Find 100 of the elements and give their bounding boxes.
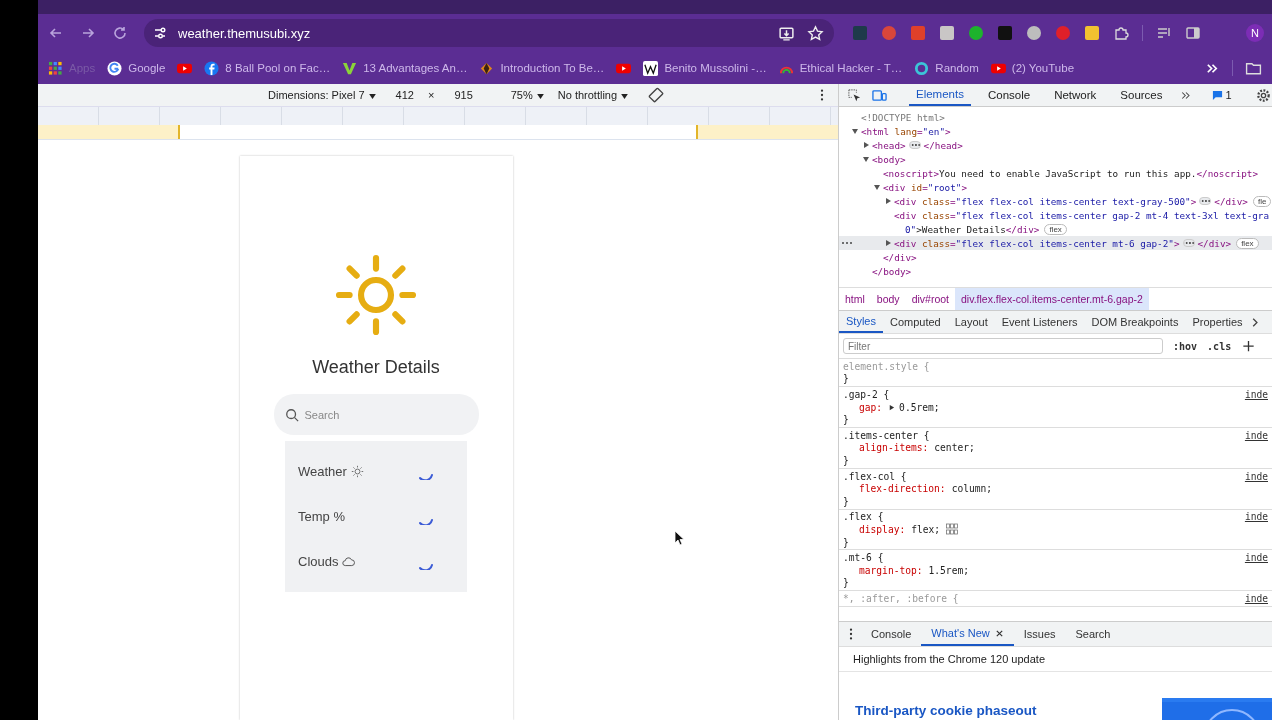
styles-tab[interactable]: DOM Breakpoints [1084,311,1186,333]
drawer-tab[interactable]: Issues [1013,622,1066,646]
source-link[interactable]: inde [1244,592,1268,604]
bookmark-link[interactable]: Ethical Hacker - T… [799,62,903,74]
rotate-icon[interactable] [648,87,665,103]
site-settings-icon[interactable] [152,25,168,41]
close-icon[interactable] [994,628,1004,638]
css-value[interactable]: 0.5rem; [899,401,940,413]
extension-icon[interactable] [939,25,955,41]
drawer-tab[interactable]: What's New [921,622,1014,646]
css-property[interactable]: display: [859,523,906,535]
cls-toggle[interactable]: .cls [1207,340,1232,352]
extension-icon[interactable] [968,25,984,41]
search-field[interactable]: Search [273,394,479,435]
device-toggle-icon[interactable] [872,87,887,103]
source-link[interactable]: inde [1244,511,1268,523]
inspect-icon[interactable] [847,87,862,103]
bookmark-link[interactable]: 8 Ball Pool on Fac… [225,62,331,74]
dimensions-dropdown[interactable]: Dimensions: Pixel 7 [268,89,376,101]
code-line[interactable]: <html lang="en"> [861,125,951,137]
width-field[interactable]: 412 [395,89,414,101]
devtools-tab[interactable]: Network [1047,84,1104,106]
more-icon[interactable] [849,627,853,641]
source-link[interactable]: inde [1244,389,1268,400]
breadcrumb[interactable]: body [870,288,906,310]
code-line[interactable]: <body> [872,153,906,165]
css-value[interactable]: center; [934,442,975,454]
code-line[interactable]: <div id="root"> [883,181,967,193]
extension-icon[interactable] [1084,25,1100,41]
filter-field[interactable]: Filter [843,338,1163,354]
code-line[interactable]: <div class="flex flex-col items-center text-gray-500"> [894,195,1197,207]
profile-avatar[interactable]: N [1246,24,1264,42]
styles-tab[interactable]: Event Listeners [994,311,1085,333]
plus-icon[interactable] [1241,338,1257,354]
caret-icon[interactable] [621,93,629,99]
address-bar[interactable]: weather.themusubi.xyz [144,19,834,47]
expand-triangle-icon[interactable] [862,141,870,149]
css-value[interactable]: column; [951,483,993,495]
side-panel-icon[interactable] [1185,25,1201,41]
source-link[interactable]: inde [1244,470,1268,482]
styles-tab[interactable]: Properties [1185,311,1250,333]
ellipsis-chip[interactable] [1199,197,1212,205]
grid-icon[interactable] [946,523,959,536]
code-line[interactable]: <noscript>You need to enable JavaScript to run this app.</noscript> [883,167,1259,179]
styles-tab[interactable]: Styles [839,311,883,333]
hov-toggle[interactable]: :hov [1173,340,1198,352]
drawer-tab[interactable]: Search [1065,622,1121,646]
styles-tab[interactable]: Computed [882,311,948,333]
bookmark-link[interactable]: Random [935,62,979,74]
bookmark-link[interactable]: Google [128,62,166,74]
bookmark-link[interactable]: 13 Advantages An… [363,62,468,74]
code-line[interactable]: <!DOCTYPE html> [861,111,945,123]
more-icon[interactable] [820,88,824,102]
drawer-tab[interactable]: Console [861,622,922,646]
expand-triangle-icon[interactable] [862,155,870,163]
source-link[interactable]: inde [1244,552,1268,564]
install-icon[interactable] [778,24,795,42]
devtools-tab[interactable]: Sources [1113,84,1170,106]
css-value[interactable]: 1.5rem; [928,564,969,576]
flex-badge[interactable]: flex [1236,237,1259,249]
breadcrumb[interactable]: div#root [905,288,955,310]
devtools-tab[interactable]: Elements [909,84,971,106]
favicon-icon[interactable] [643,60,659,76]
favicon-icon[interactable] [204,60,220,76]
caret-icon[interactable] [536,93,544,99]
code-line[interactable]: <div class="flex flex-col items-center gap-2 mt-4 text-3xl text-gra [894,209,1270,221]
css-property[interactable]: flex-direction: [859,483,946,495]
breadcrumb[interactable]: div.flex.flex-col.items-center.mt-6.gap-2 [955,288,1149,310]
issues-counter[interactable]: 1 [1211,89,1232,101]
star-icon[interactable] [807,24,824,42]
grid-icon[interactable] [48,60,63,76]
bookmark-link[interactable]: Benito Mussolini -… [664,62,767,74]
code-line[interactable]: <div class="flex flex-col items-center mt-6 gap-2"> [894,237,1180,249]
devtools-tab[interactable]: Console [980,84,1038,106]
height-field[interactable]: 915 [454,89,473,101]
css-property[interactable]: gap: [859,401,883,413]
expand-triangle-icon[interactable] [851,127,859,135]
reading-list-icon[interactable] [1156,25,1172,41]
breadcrumb[interactable]: html [839,288,871,310]
extension-icon[interactable] [1113,25,1129,41]
zoom-dropdown[interactable]: 75% [510,89,544,101]
expand-triangle-icon[interactable] [884,197,892,205]
ellipsis-chip[interactable] [908,141,921,149]
expand-triangle-icon[interactable] [884,239,892,247]
styles-tab[interactable]: Layout [947,311,995,333]
expand-triangle-icon[interactable] [888,403,896,411]
bookmark-link[interactable]: Introduction To Be… [500,62,605,74]
css-property[interactable]: margin-top: [859,564,923,576]
ellipsis-chip[interactable] [1182,239,1195,247]
expand-triangle-icon[interactable] [873,183,881,191]
flex-badge[interactable]: flex [1044,223,1067,235]
code-line[interactable]: <head> [872,139,906,151]
css-property[interactable]: align-items: [859,442,929,454]
article-link[interactable]: Third-party cookie phaseout [855,703,1037,720]
reload-icon[interactable] [112,25,128,41]
favicon-icon[interactable] [107,60,123,76]
caret-icon[interactable] [368,93,376,99]
source-link[interactable]: inde [1244,429,1268,441]
throttling-dropdown[interactable]: No throttling [557,89,629,101]
flex-badge[interactable]: fle [1252,195,1272,207]
